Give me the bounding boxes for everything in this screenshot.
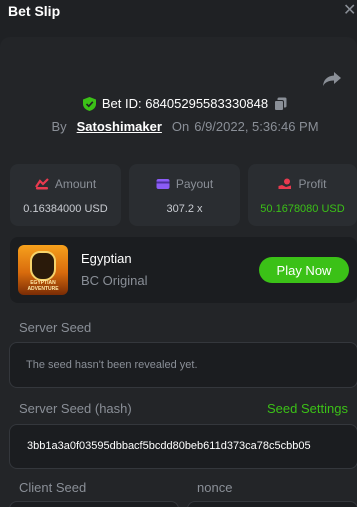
bet-id-row: Bet ID: 68405295583330848 <box>0 96 357 111</box>
bet-date: 6/9/2022, 5:36:46 PM <box>194 119 319 134</box>
stat-amount: Amount 0.16384000 USD <box>10 164 121 226</box>
bet-id: Bet ID: 68405295583330848 <box>101 96 269 111</box>
server-seed-field[interactable]: The seed hasn't been revealed yet. <box>9 342 357 388</box>
payout-icon <box>156 179 170 189</box>
game-card: EGYPTIAN ADVENTURE Egyptian BC Original … <box>10 237 357 303</box>
game-thumbnail[interactable]: EGYPTIAN ADVENTURE <box>18 245 68 295</box>
play-now-button[interactable]: Play Now <box>259 257 349 283</box>
share-icon[interactable] <box>322 71 342 87</box>
stat-profit: Profit 50.1678080 USD <box>248 164 357 226</box>
on-label: On <box>171 119 190 134</box>
nonce-label: nonce <box>197 480 233 495</box>
client-seed-label: Client Seed <box>19 480 87 495</box>
server-seed-value: The seed hasn't been revealed yet. <box>26 359 198 371</box>
server-seed-hash-field[interactable]: 3bb1a3a0f03595dbbacf5bcdd80beb611d373ca7… <box>9 424 357 469</box>
nonce-field[interactable] <box>187 501 357 507</box>
thumbnail-caption: EGYPTIAN ADVENTURE <box>27 280 59 292</box>
close-icon[interactable]: ✕ <box>343 0 357 22</box>
game-name: Egyptian <box>81 251 132 266</box>
server-seed-hash-value: 3bb1a3a0f03595dbbacf5bcdd80beb611d373ca7… <box>27 440 311 452</box>
amount-label: Amount <box>54 177 97 191</box>
profit-label: Profit <box>298 177 327 191</box>
stat-payout: Payout 307.2 x <box>129 164 240 226</box>
amount-icon <box>34 178 49 190</box>
pharaoh-icon <box>30 251 56 281</box>
by-label: By <box>51 119 67 134</box>
shield-check-icon <box>82 96 96 111</box>
profit-value: 50.1678080 USD <box>260 203 345 215</box>
client-seed-field[interactable] <box>9 501 179 507</box>
username-link[interactable]: Satoshimaker <box>77 119 162 134</box>
seed-settings-link[interactable]: Seed Settings <box>267 401 348 416</box>
server-seed-hash-label: Server Seed (hash) <box>19 401 132 416</box>
amount-value: 0.16384000 USD <box>23 203 108 215</box>
game-subtitle: BC Original <box>81 273 148 288</box>
page-title: Bet Slip <box>8 3 61 19</box>
header: Bet Slip ✕ <box>0 0 357 22</box>
profit-icon <box>278 178 292 189</box>
server-seed-label: Server Seed <box>19 320 92 335</box>
bet-meta-row: By Satoshimaker On 6/9/2022, 5:36:46 PM <box>0 119 357 134</box>
copy-icon[interactable] <box>274 97 287 111</box>
payout-value: 307.2 x <box>166 203 203 215</box>
payout-label: Payout <box>175 177 214 191</box>
